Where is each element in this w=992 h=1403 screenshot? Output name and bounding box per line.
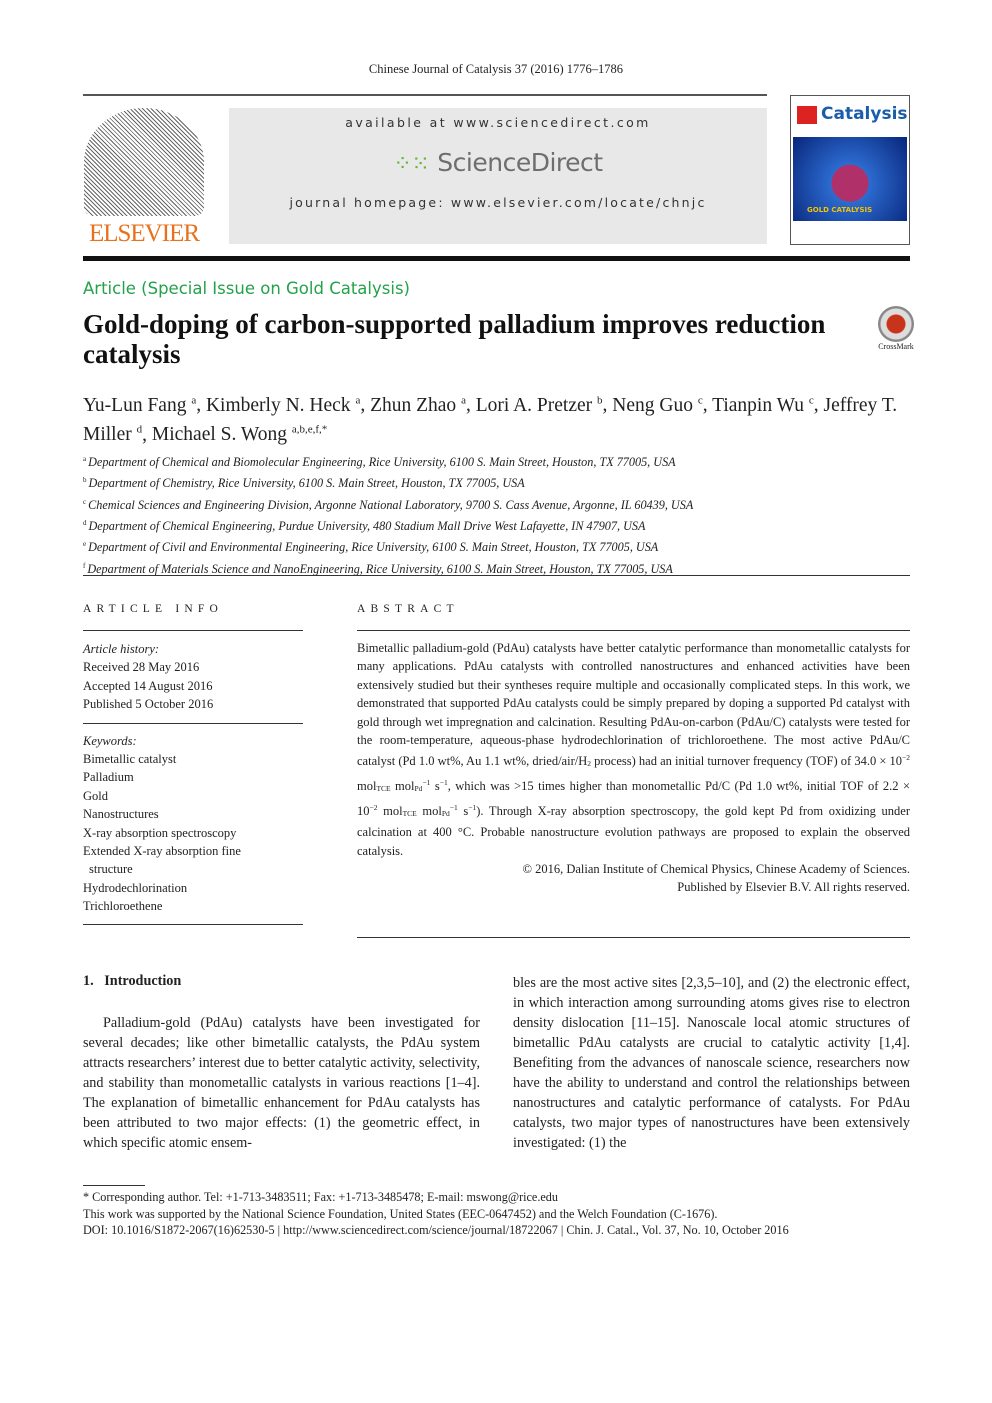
keyword: Trichloroethene [83, 899, 163, 914]
divider [83, 630, 303, 631]
affiliation-mark: f [83, 561, 86, 570]
history-item: Accepted 14 August 2016 [83, 678, 213, 693]
crossmark-label: CrossMark [878, 342, 914, 351]
author: Kimberly N. Heck a [205, 394, 361, 416]
divider [83, 575, 910, 576]
article-title: Gold-doping of carbon-supported palladiu… [83, 309, 826, 369]
affiliation-text: Department of Chemical and Biomolecular … [88, 455, 676, 470]
history-list: Received 28 May 2016 Accepted 14 August 2… [83, 658, 303, 713]
author-affiliation-mark: c [808, 394, 814, 406]
keyword: Extended X-ray absorption fine [83, 844, 241, 859]
article-info-heading: ARTICLE INFO [83, 603, 223, 615]
affiliation: a Department of Chemical and Biomolecular… [83, 450, 923, 471]
affiliation-mark: c [83, 497, 87, 506]
elsevier-wordmark: ELSEVIER [88, 220, 200, 247]
author-name: Michael S. Wong [151, 424, 287, 445]
footnote-rule [83, 1185, 145, 1186]
article-info: Article history: Received 28 May 2016 Acc… [83, 640, 303, 925]
keyword: Gold [83, 788, 108, 803]
history-item: Published 5 October 2016 [83, 697, 214, 712]
sciencedirect-wordmark: ScienceDirect [437, 148, 603, 177]
keyword: Palladium [83, 770, 134, 785]
affiliation-mark: b [83, 476, 87, 485]
author-affiliation-mark: a [355, 394, 361, 406]
divider [357, 630, 910, 631]
running-head: Chinese Journal of Catalysis 37 (2016) 1… [368, 62, 624, 76]
footnote: This work was supported by the National … [83, 1206, 718, 1221]
affiliation-text: Department of Civil and Environmental En… [88, 540, 659, 555]
affiliation-text: Department of Chemical Engineering, Purd… [88, 519, 646, 534]
affiliation-mark: a [83, 455, 87, 463]
keyword: Bimetallic catalyst [83, 752, 177, 767]
journal-homepage-link[interactable]: journal homepage: www.elsevier.com/locat… [229, 195, 767, 210]
author-affiliation-mark: a [191, 394, 197, 406]
author-affiliation-mark: a,b,e,f,* [291, 423, 328, 436]
footnote: * Corresponding author. Tel: +1-713-3483… [83, 1190, 558, 1204]
affiliation: d Department of Chemical Engineering, Pur… [83, 514, 923, 535]
author-affiliation-mark: c [697, 394, 703, 406]
footnote: DOI: 10.1016/S1872-2067(16)62530-5 | htt… [83, 1223, 789, 1237]
affiliation-mark: e [83, 540, 87, 549]
affiliation: c Chemical Sciences and Engineering Divis… [83, 493, 923, 514]
article-info-header: ARTICLE INFO [83, 603, 303, 631]
elsevier-logo[interactable]: ELSEVIER [83, 108, 205, 247]
author-affiliation-mark: d [136, 423, 143, 436]
crossmark-button[interactable]: CrossMark [874, 306, 918, 351]
cover-title: Catalysis [791, 96, 909, 134]
author: Neng Guo c [612, 394, 703, 416]
affiliation: e Department of Civil and Environmental E… [83, 535, 923, 556]
author: Zhun Zhao a [370, 394, 466, 416]
divider [83, 722, 303, 724]
affiliation-mark: d [83, 519, 87, 528]
author-list: Yu-Lun Fang a, Kimberly N. Heck a, Zhun … [83, 394, 898, 446]
cover-theme: GOLD CATALYSIS [807, 206, 873, 214]
keyword: Hydrodechlorination [83, 880, 188, 895]
affiliation: b Department of Chemistry, Rice Universit… [83, 471, 923, 492]
keywords-label: Keywords: [83, 733, 137, 748]
abstract-header: ABSTRACT [357, 603, 910, 631]
crossmark-icon [878, 306, 914, 342]
author-affiliation-mark: a [461, 394, 466, 406]
affiliation-text: Chemical Sciences and Engineering Divisi… [88, 497, 694, 512]
affiliation-text: Department of Chemistry, Rice University… [88, 476, 525, 491]
footnotes: * Corresponding author. Tel: +1-713-3483… [83, 1189, 913, 1239]
journal-seal-icon [797, 106, 817, 124]
keyword: Nanostructures [83, 807, 159, 822]
keyword-list: Bimetallic catalyst Palladium Gold Nanostru… [83, 750, 303, 916]
keyword: structure [89, 862, 133, 877]
author: Michael S. Wong a,b,e,f,* [151, 423, 328, 446]
keyword: X-ray absorption spectroscopy [83, 825, 237, 840]
affiliation-text: Department of Materials Science and Nano… [87, 561, 673, 576]
sciencedirect-banner: available at www.sciencedirect.com ⁘⁙ Sci… [229, 108, 767, 244]
article-type: Article (Special Issue on Gold Catalysis… [83, 279, 410, 298]
leaf-dots-icon: ⁘⁙ [393, 152, 430, 177]
journal-cover[interactable]: Catalysis GOLD CATALYSIS [790, 95, 910, 245]
header-rule [83, 256, 910, 261]
author-name: Kimberly N. Heck [205, 394, 351, 416]
sciencedirect-logo[interactable]: ⁘⁙ ScienceDirect [229, 148, 767, 177]
author-name: Tianpin Wu [712, 394, 804, 416]
affiliations: a Department of Chemical and Biomolecular… [83, 450, 923, 578]
history-label: Article history: [83, 642, 160, 656]
author-affiliation-mark: b [597, 394, 603, 406]
abstract-heading: ABSTRACT [357, 603, 459, 615]
divider [357, 937, 910, 938]
abstract-text: Bimetallic palladium-gold (PdAu) catalys… [357, 641, 911, 858]
available-at-link[interactable]: available at www.sciencedirect.com [229, 115, 767, 130]
divider [83, 94, 767, 96]
author: Tianpin Wu c [712, 394, 814, 416]
author-name: Zhun Zhao [370, 394, 457, 416]
copyright: © 2016, Dalian Institute of Chemical Phy… [522, 862, 910, 895]
intro-column-1: Palladium-gold (PdAu) catalysts have bee… [83, 1015, 480, 1151]
author-name: Neng Guo [612, 394, 693, 416]
author-name: Yu-Lun Fang [83, 394, 187, 416]
section-heading: 1. Introduction [83, 973, 182, 989]
author: Yu-Lun Fang a [83, 394, 197, 416]
author: Lori A. Pretzer b [475, 394, 603, 416]
author-name: Lori A. Pretzer [475, 394, 593, 416]
divider [83, 923, 303, 925]
history-item: Received 28 May 2016 [83, 660, 200, 675]
intro-column-2: bles are the most active sites [2,3,5–10… [513, 975, 910, 1151]
tree-logo-icon [84, 108, 204, 216]
